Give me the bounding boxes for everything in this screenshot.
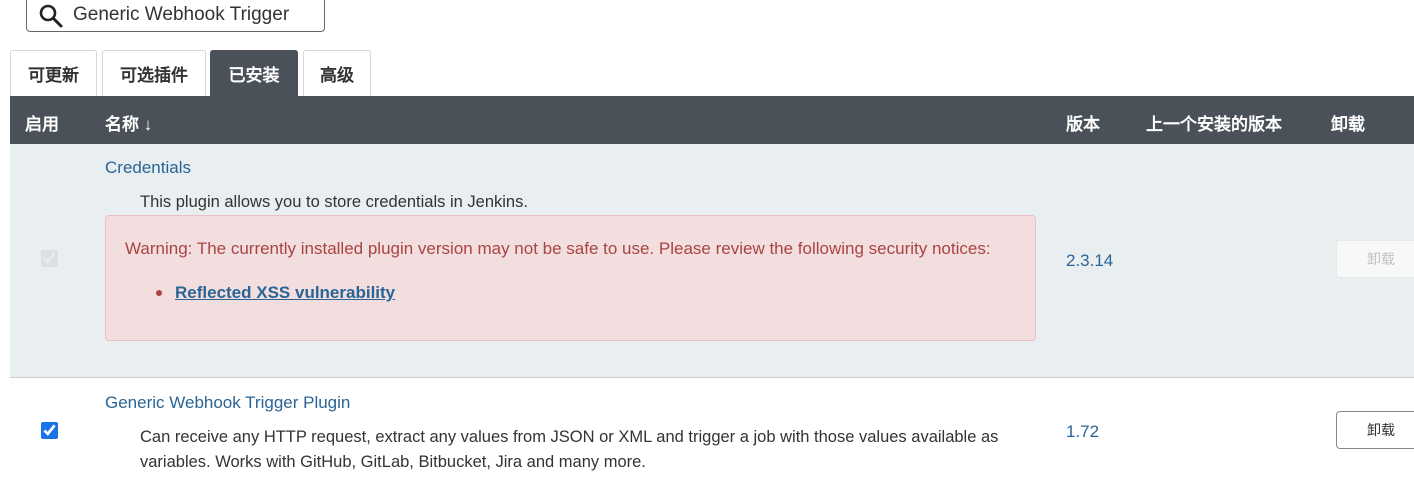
plugin-name-link[interactable]: Generic Webhook Trigger Plugin bbox=[105, 393, 350, 413]
tab-installed[interactable]: 已安装 bbox=[210, 50, 298, 96]
header-name-sort[interactable]: 名称 ↓ bbox=[105, 110, 152, 135]
security-notice-link[interactable]: Reflected XSS vulnerability bbox=[175, 283, 395, 303]
plugin-search-box[interactable]: Generic Webhook Trigger bbox=[26, 0, 325, 32]
table-header: 启用 名称 ↓ 版本 上一个安装的版本 卸载 bbox=[10, 96, 1414, 144]
table-row: Generic Webhook Trigger Plugin Can recei… bbox=[10, 378, 1414, 480]
plugin-version-link[interactable]: 2.3.14 bbox=[1066, 251, 1113, 271]
search-input[interactable]: Generic Webhook Trigger bbox=[73, 4, 289, 26]
header-uninstall: 卸载 bbox=[1331, 115, 1365, 134]
plugin-description-line2: variables. Works with GitHub, GitLab, Bi… bbox=[140, 453, 646, 471]
header-enabled: 启用 bbox=[25, 115, 59, 134]
security-warning-box: Warning: The currently installed plugin … bbox=[105, 215, 1036, 341]
uninstall-button[interactable]: 卸载 bbox=[1336, 411, 1414, 449]
uninstall-button-disabled: 卸载 bbox=[1336, 240, 1414, 278]
search-icon bbox=[39, 4, 63, 28]
bullet-icon bbox=[156, 290, 162, 296]
header-version[interactable]: 版本 bbox=[1066, 110, 1100, 135]
plugin-description-line1: Can receive any HTTP request, extract an… bbox=[140, 428, 999, 446]
tab-updates[interactable]: 可更新 bbox=[10, 50, 97, 96]
enable-checkbox-credentials[interactable] bbox=[41, 250, 58, 267]
plugin-description: This plugin allows you to store credenti… bbox=[140, 193, 528, 211]
tab-available[interactable]: 可选插件 bbox=[102, 50, 206, 96]
header-previous-version: 上一个安装的版本 bbox=[1146, 115, 1282, 134]
security-warning-text: Warning: The currently installed plugin … bbox=[125, 239, 991, 258]
tab-advanced[interactable]: 高级 bbox=[303, 50, 371, 96]
table-row: Credentials This plugin allows you to st… bbox=[10, 144, 1414, 378]
plugin-version-link[interactable]: 1.72 bbox=[1066, 422, 1099, 442]
plugin-name-link[interactable]: Credentials bbox=[105, 158, 191, 178]
enable-checkbox-generic-webhook[interactable] bbox=[41, 422, 58, 439]
